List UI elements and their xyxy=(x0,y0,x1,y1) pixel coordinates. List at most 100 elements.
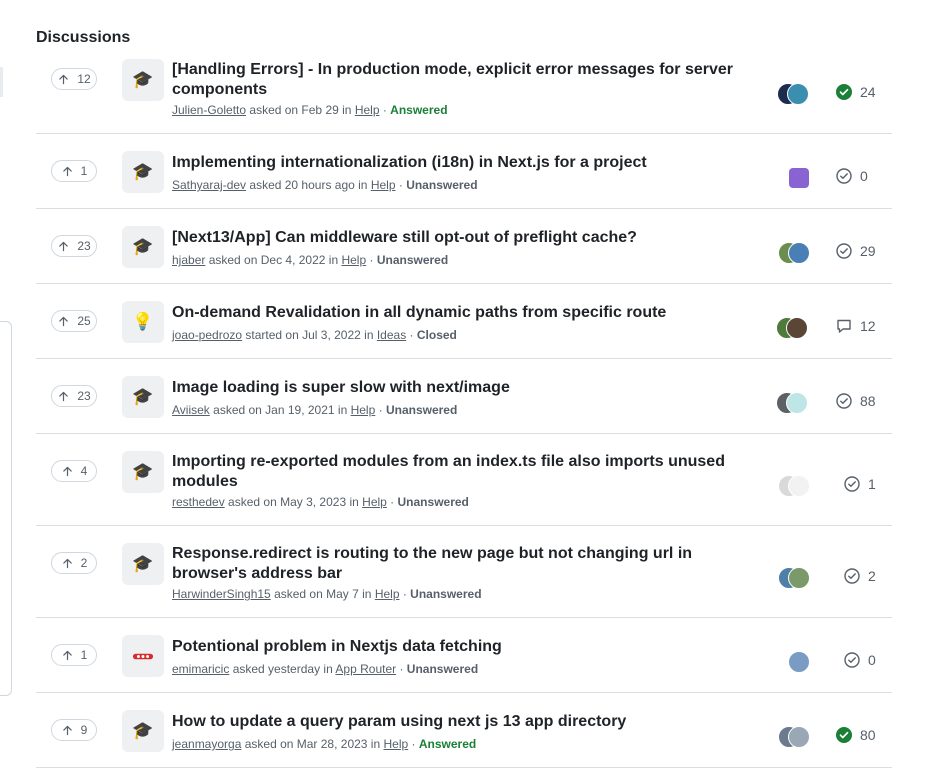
author-link[interactable]: Julien-Goletto xyxy=(172,103,246,117)
meta-verb: asked on Mar 28, 2023 in xyxy=(244,737,381,751)
category-link[interactable]: Help xyxy=(371,178,396,192)
discussion-title[interactable]: Implementing internationalization (i18n)… xyxy=(172,153,762,173)
status-label: Answered xyxy=(390,103,448,117)
upvote-button[interactable]: 2 xyxy=(51,552,97,574)
category-link[interactable]: Help xyxy=(341,253,366,267)
meta-verb: asked yesterday in xyxy=(232,662,333,676)
participant-avatars xyxy=(788,167,822,189)
arrow-up-icon xyxy=(62,466,72,476)
author-link[interactable]: HarwinderSingh15 xyxy=(172,587,271,601)
upvote-count: 23 xyxy=(77,239,91,253)
status-label: Unanswered xyxy=(410,587,482,601)
upvote-count: 25 xyxy=(77,314,91,328)
discussion-row[interactable]: 2 🎓 Response.redirect is routing to the … xyxy=(36,526,892,618)
comment-count: 0 xyxy=(868,652,876,668)
discussion-meta: jeanmayorga asked on Mar 28, 2023 in Hel… xyxy=(172,737,477,751)
upvote-button[interactable]: 4 xyxy=(51,460,97,482)
discussion-title[interactable]: Importing re-exported modules from an in… xyxy=(172,452,762,492)
section-title: Discussions xyxy=(36,29,131,46)
meta-verb: asked 20 hours ago in xyxy=(249,178,368,192)
author-link[interactable]: joao-pedrozo xyxy=(172,328,242,342)
avatar xyxy=(788,567,810,589)
meta-verb: asked on May 3, 2023 in xyxy=(228,495,359,509)
discussion-title[interactable]: On-demand Revalidation in all dynamic pa… xyxy=(172,303,762,323)
arrow-up-icon xyxy=(62,725,72,735)
participant-avatars xyxy=(778,475,812,497)
author-link[interactable]: Sathyaraj-dev xyxy=(172,178,246,192)
arrow-up-icon xyxy=(62,558,72,568)
author-link[interactable]: emimaricic xyxy=(172,662,229,676)
upvote-button[interactable]: 9 xyxy=(51,719,97,741)
comment-count: 80 xyxy=(860,727,876,743)
unanswered-check-icon xyxy=(844,568,860,584)
discussion-row[interactable]: 4 🎓 Importing re-exported modules from a… xyxy=(36,434,892,526)
category-link[interactable]: Help xyxy=(383,737,408,751)
arrow-up-icon xyxy=(59,316,69,326)
status-label: Unanswered xyxy=(406,178,478,192)
category-link[interactable]: Ideas xyxy=(377,328,406,342)
author-link[interactable]: jeanmayorga xyxy=(172,737,241,751)
upvote-button[interactable]: 12 xyxy=(51,68,97,90)
app-router-icon xyxy=(122,635,164,677)
answer-stat: 88 xyxy=(836,393,876,409)
discussion-meta: Julien-Goletto asked on Feb 29 in Help ·… xyxy=(172,103,448,117)
upvote-count: 1 xyxy=(80,648,88,662)
unanswered-check-icon xyxy=(844,652,860,668)
status-label: Unanswered xyxy=(406,662,479,676)
answer-stat: 12 xyxy=(836,318,876,334)
discussion-row[interactable]: 1 Potentional problem in Nextjs data fet… xyxy=(36,618,892,693)
discussion-row[interactable]: 12 🎓 [Handling Errors] - In production m… xyxy=(36,53,892,134)
arrow-up-icon xyxy=(59,241,69,251)
discussion-title[interactable]: [Handling Errors] - In production mode, … xyxy=(172,60,762,100)
status-label: Answered xyxy=(418,737,477,751)
arrow-up-icon xyxy=(59,74,69,84)
author-link[interactable]: Aviisek xyxy=(172,403,210,417)
discussion-title[interactable]: Potentional problem in Nextjs data fetch… xyxy=(172,637,762,657)
avatar xyxy=(788,475,810,497)
upvote-button[interactable]: 23 xyxy=(51,235,97,257)
discussion-meta: joao-pedrozo started on Jul 3, 2022 in I… xyxy=(172,328,457,342)
status-label: Closed xyxy=(416,328,457,342)
participant-avatars xyxy=(778,726,812,748)
category-link[interactable]: Help xyxy=(362,495,387,509)
answer-stat: 29 xyxy=(836,243,876,259)
lightbulb-icon: 💡 xyxy=(122,301,164,343)
discussion-title[interactable]: How to update a query param using next j… xyxy=(172,712,762,732)
upvote-button[interactable]: 23 xyxy=(51,385,97,407)
discussion-meta: resthedev asked on May 3, 2023 in Help ·… xyxy=(172,495,469,509)
discussion-row[interactable]: 23 🎓 Image loading is super slow with ne… xyxy=(36,359,892,434)
unanswered-check-icon xyxy=(844,476,860,492)
discussion-row[interactable]: 25 💡 On-demand Revalidation in all dynam… xyxy=(36,284,892,359)
discussion-row[interactable]: 23 🎓 [Next13/App] Can middleware still o… xyxy=(36,209,892,284)
upvote-button[interactable]: 25 xyxy=(51,310,97,332)
discussion-meta: HarwinderSingh15 asked on May 7 in Help … xyxy=(172,587,482,601)
discussion-meta: Sathyaraj-dev asked 20 hours ago in Help… xyxy=(172,178,478,192)
comment-count: 1 xyxy=(868,476,876,492)
graduation-cap-icon: 🎓 xyxy=(122,226,164,268)
upvote-count: 12 xyxy=(77,72,91,86)
meta-verb: asked on Dec 4, 2022 in xyxy=(208,253,339,267)
category-link[interactable]: App Router xyxy=(335,662,396,676)
participant-avatars xyxy=(778,242,812,264)
discussion-title[interactable]: [Next13/App] Can middleware still opt-ou… xyxy=(172,228,762,248)
discussion-row[interactable]: 1 🎓 Implementing internationalization (i… xyxy=(36,134,892,209)
upvote-count: 1 xyxy=(80,164,88,178)
upvote-button[interactable]: 1 xyxy=(51,644,97,666)
avatar xyxy=(788,726,810,748)
participant-avatars xyxy=(776,317,810,339)
upvote-button[interactable]: 1 xyxy=(51,160,97,182)
category-link[interactable]: Help xyxy=(375,587,400,601)
arrow-up-icon xyxy=(59,391,69,401)
unanswered-check-icon xyxy=(836,168,852,184)
avatar xyxy=(788,242,810,264)
author-link[interactable]: hjaber xyxy=(172,253,205,267)
upvote-count: 9 xyxy=(80,723,88,737)
author-link[interactable]: resthedev xyxy=(172,495,225,509)
answer-stat: 1 xyxy=(844,476,876,492)
discussion-title[interactable]: Image loading is super slow with next/im… xyxy=(172,378,762,398)
category-link[interactable]: Help xyxy=(351,403,376,417)
status-label: Unanswered xyxy=(385,403,458,417)
category-link[interactable]: Help xyxy=(355,103,380,117)
discussion-row[interactable]: 9 🎓 How to update a query param using ne… xyxy=(36,693,892,768)
discussion-title[interactable]: Response.redirect is routing to the new … xyxy=(172,544,762,584)
